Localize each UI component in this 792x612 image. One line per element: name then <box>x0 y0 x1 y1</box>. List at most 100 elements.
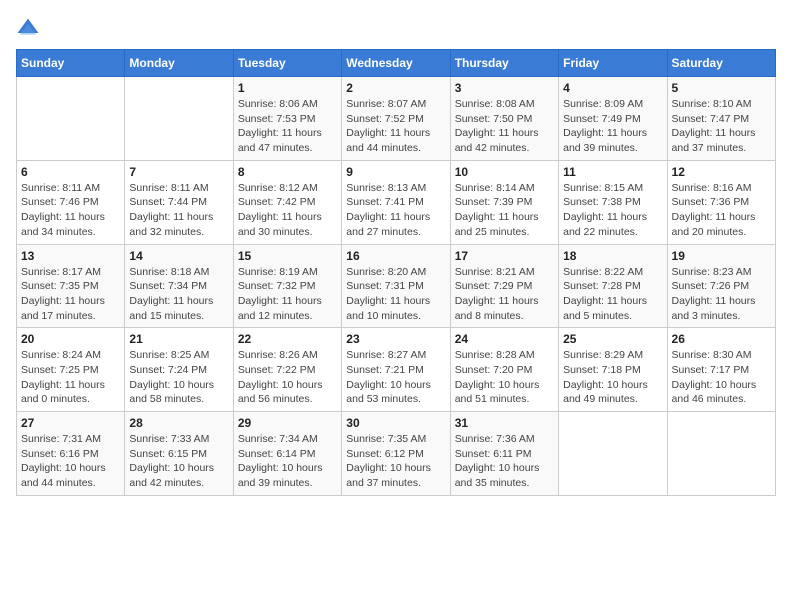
calendar-cell: 22Sunrise: 8:26 AM Sunset: 7:22 PM Dayli… <box>233 328 341 412</box>
weekday-header-wednesday: Wednesday <box>342 50 450 77</box>
calendar-cell: 19 Sunrise: 8:23 AM Sunset: 7:26 PM Dayli… <box>667 244 775 328</box>
day-info: Sunrise: 8:15 AM Sunset: 7:38 PM Dayligh… <box>563 181 662 240</box>
day-number: 19 <box>672 249 771 263</box>
day-number: 26 <box>672 332 771 346</box>
day-info: Sunrise: 8:13 AM Sunset: 7:41 PM Dayligh… <box>346 181 445 240</box>
day-number: 18 <box>563 249 662 263</box>
day-info: Sunrise: 7:35 AM Sunset: 6:12 PM Dayligh… <box>346 432 445 491</box>
day-info: Sunrise: 8:28 AM Sunset: 7:20 PM Dayligh… <box>455 348 554 407</box>
day-info: Sunrise: 8:06 AM Sunset: 7:53 PM Dayligh… <box>238 97 337 156</box>
weekday-header-friday: Friday <box>559 50 667 77</box>
calendar-cell: 4 Sunrise: 8:09 AM Sunset: 7:49 PM Daylig… <box>559 77 667 161</box>
day-number: 6 <box>21 165 120 179</box>
calendar-cell: 12 Sunrise: 8:16 AM Sunset: 7:36 PM Dayli… <box>667 160 775 244</box>
day-info: Sunrise: 8:24 AM Sunset: 7:25 PM Dayligh… <box>21 348 120 407</box>
day-number: 24 <box>455 332 554 346</box>
day-info: Sunrise: 8:22 AM Sunset: 7:28 PM Dayligh… <box>563 265 662 324</box>
calendar-cell: 23 Sunrise: 8:27 AM Sunset: 7:21 PM Dayli… <box>342 328 450 412</box>
calendar-cell: 13 Sunrise: 8:17 AM Sunset: 7:35 PM Dayli… <box>17 244 125 328</box>
calendar-cell: 6 Sunrise: 8:11 AM Sunset: 7:46 PM Daylig… <box>17 160 125 244</box>
day-number: 21 <box>129 332 228 346</box>
day-number: 4 <box>563 81 662 95</box>
calendar-cell: 1 Sunrise: 8:06 AM Sunset: 7:53 PM Daylig… <box>233 77 341 161</box>
calendar-cell: 29 Sunrise: 7:34 AM Sunset: 6:14 PM Dayli… <box>233 412 341 496</box>
logo-icon <box>16 17 40 37</box>
calendar-cell: 15 Sunrise: 8:19 AM Sunset: 7:32 PM Dayli… <box>233 244 341 328</box>
day-info: Sunrise: 8:08 AM Sunset: 7:50 PM Dayligh… <box>455 97 554 156</box>
day-info: Sunrise: 8:09 AM Sunset: 7:49 PM Dayligh… <box>563 97 662 156</box>
calendar-cell: 16 Sunrise: 8:20 AM Sunset: 7:31 PM Dayli… <box>342 244 450 328</box>
day-info: Sunrise: 8:29 AM Sunset: 7:18 PM Dayligh… <box>563 348 662 407</box>
day-info: Sunrise: 8:21 AM Sunset: 7:29 PM Dayligh… <box>455 265 554 324</box>
calendar-cell: 24 Sunrise: 8:28 AM Sunset: 7:20 PM Dayli… <box>450 328 558 412</box>
calendar-cell <box>559 412 667 496</box>
day-number: 20 <box>21 332 120 346</box>
day-info: Sunrise: 7:31 AM Sunset: 6:16 PM Dayligh… <box>21 432 120 491</box>
day-number: 11 <box>563 165 662 179</box>
calendar-cell: 27 Sunrise: 7:31 AM Sunset: 6:16 PM Dayli… <box>17 412 125 496</box>
calendar-cell: 28Sunrise: 7:33 AM Sunset: 6:15 PM Dayli… <box>125 412 233 496</box>
day-info: Sunrise: 8:11 AM Sunset: 7:46 PM Dayligh… <box>21 181 120 240</box>
day-info: Sunrise: 8:18 AM Sunset: 7:34 PM Dayligh… <box>129 265 228 324</box>
day-info: Sunrise: 7:36 AM Sunset: 6:11 PM Dayligh… <box>455 432 554 491</box>
day-info: Sunrise: 8:19 AM Sunset: 7:32 PM Dayligh… <box>238 265 337 324</box>
day-number: 27 <box>21 416 120 430</box>
calendar-cell: 20 Sunrise: 8:24 AM Sunset: 7:25 PM Dayli… <box>17 328 125 412</box>
day-info: Sunrise: 8:27 AM Sunset: 7:21 PM Dayligh… <box>346 348 445 407</box>
day-info: Sunrise: 8:10 AM Sunset: 7:47 PM Dayligh… <box>672 97 771 156</box>
calendar-cell: 17 Sunrise: 8:21 AM Sunset: 7:29 PM Dayli… <box>450 244 558 328</box>
day-info: Sunrise: 8:25 AM Sunset: 7:24 PM Dayligh… <box>129 348 228 407</box>
calendar-cell: 3 Sunrise: 8:08 AM Sunset: 7:50 PM Daylig… <box>450 77 558 161</box>
day-number: 17 <box>455 249 554 263</box>
calendar-cell <box>125 77 233 161</box>
day-number: 1 <box>238 81 337 95</box>
weekday-header-tuesday: Tuesday <box>233 50 341 77</box>
weekday-header-saturday: Saturday <box>667 50 775 77</box>
day-info: Sunrise: 8:26 AM Sunset: 7:22 PM Dayligh… <box>238 348 337 407</box>
day-number: 8 <box>238 165 337 179</box>
day-info: Sunrise: 8:11 AM Sunset: 7:44 PM Dayligh… <box>129 181 228 240</box>
day-number: 12 <box>672 165 771 179</box>
day-number: 10 <box>455 165 554 179</box>
day-info: Sunrise: 7:34 AM Sunset: 6:14 PM Dayligh… <box>238 432 337 491</box>
calendar-cell: 5 Sunrise: 8:10 AM Sunset: 7:47 PM Daylig… <box>667 77 775 161</box>
calendar-cell: 2 Sunrise: 8:07 AM Sunset: 7:52 PM Daylig… <box>342 77 450 161</box>
day-info: Sunrise: 7:33 AM Sunset: 6:15 PM Dayligh… <box>129 432 228 491</box>
calendar-cell: 14 Sunrise: 8:18 AM Sunset: 7:34 PM Dayli… <box>125 244 233 328</box>
day-info: Sunrise: 8:14 AM Sunset: 7:39 PM Dayligh… <box>455 181 554 240</box>
day-number: 29 <box>238 416 337 430</box>
weekday-header-monday: Monday <box>125 50 233 77</box>
day-number: 13 <box>21 249 120 263</box>
weekday-header-thursday: Thursday <box>450 50 558 77</box>
day-number: 14 <box>129 249 228 263</box>
day-info: Sunrise: 8:12 AM Sunset: 7:42 PM Dayligh… <box>238 181 337 240</box>
calendar-cell: 10 Sunrise: 8:14 AM Sunset: 7:39 PM Dayli… <box>450 160 558 244</box>
day-info: Sunrise: 8:07 AM Sunset: 7:52 PM Dayligh… <box>346 97 445 156</box>
weekday-header-sunday: Sunday <box>17 50 125 77</box>
day-number: 3 <box>455 81 554 95</box>
calendar-cell <box>17 77 125 161</box>
day-number: 7 <box>129 165 228 179</box>
calendar-cell: 9 Sunrise: 8:13 AM Sunset: 7:41 PM Daylig… <box>342 160 450 244</box>
day-number: 31 <box>455 416 554 430</box>
day-number: 23 <box>346 332 445 346</box>
day-number: 16 <box>346 249 445 263</box>
calendar-cell: 31 Sunrise: 7:36 AM Sunset: 6:11 PM Dayli… <box>450 412 558 496</box>
day-number: 30 <box>346 416 445 430</box>
calendar-cell: 21 Sunrise: 8:25 AM Sunset: 7:24 PM Dayli… <box>125 328 233 412</box>
day-number: 9 <box>346 165 445 179</box>
day-number: 15 <box>238 249 337 263</box>
day-info: Sunrise: 8:16 AM Sunset: 7:36 PM Dayligh… <box>672 181 771 240</box>
day-number: 25 <box>563 332 662 346</box>
day-number: 2 <box>346 81 445 95</box>
day-info: Sunrise: 8:23 AM Sunset: 7:26 PM Dayligh… <box>672 265 771 324</box>
day-info: Sunrise: 8:17 AM Sunset: 7:35 PM Dayligh… <box>21 265 120 324</box>
calendar-cell: 30 Sunrise: 7:35 AM Sunset: 6:12 PM Dayli… <box>342 412 450 496</box>
calendar-cell <box>667 412 775 496</box>
calendar-cell: 11 Sunrise: 8:15 AM Sunset: 7:38 PM Dayli… <box>559 160 667 244</box>
calendar-cell: 18 Sunrise: 8:22 AM Sunset: 7:28 PM Dayli… <box>559 244 667 328</box>
day-info: Sunrise: 8:20 AM Sunset: 7:31 PM Dayligh… <box>346 265 445 324</box>
calendar-cell: 26 Sunrise: 8:30 AM Sunset: 7:17 PM Dayli… <box>667 328 775 412</box>
day-number: 5 <box>672 81 771 95</box>
day-info: Sunrise: 8:30 AM Sunset: 7:17 PM Dayligh… <box>672 348 771 407</box>
